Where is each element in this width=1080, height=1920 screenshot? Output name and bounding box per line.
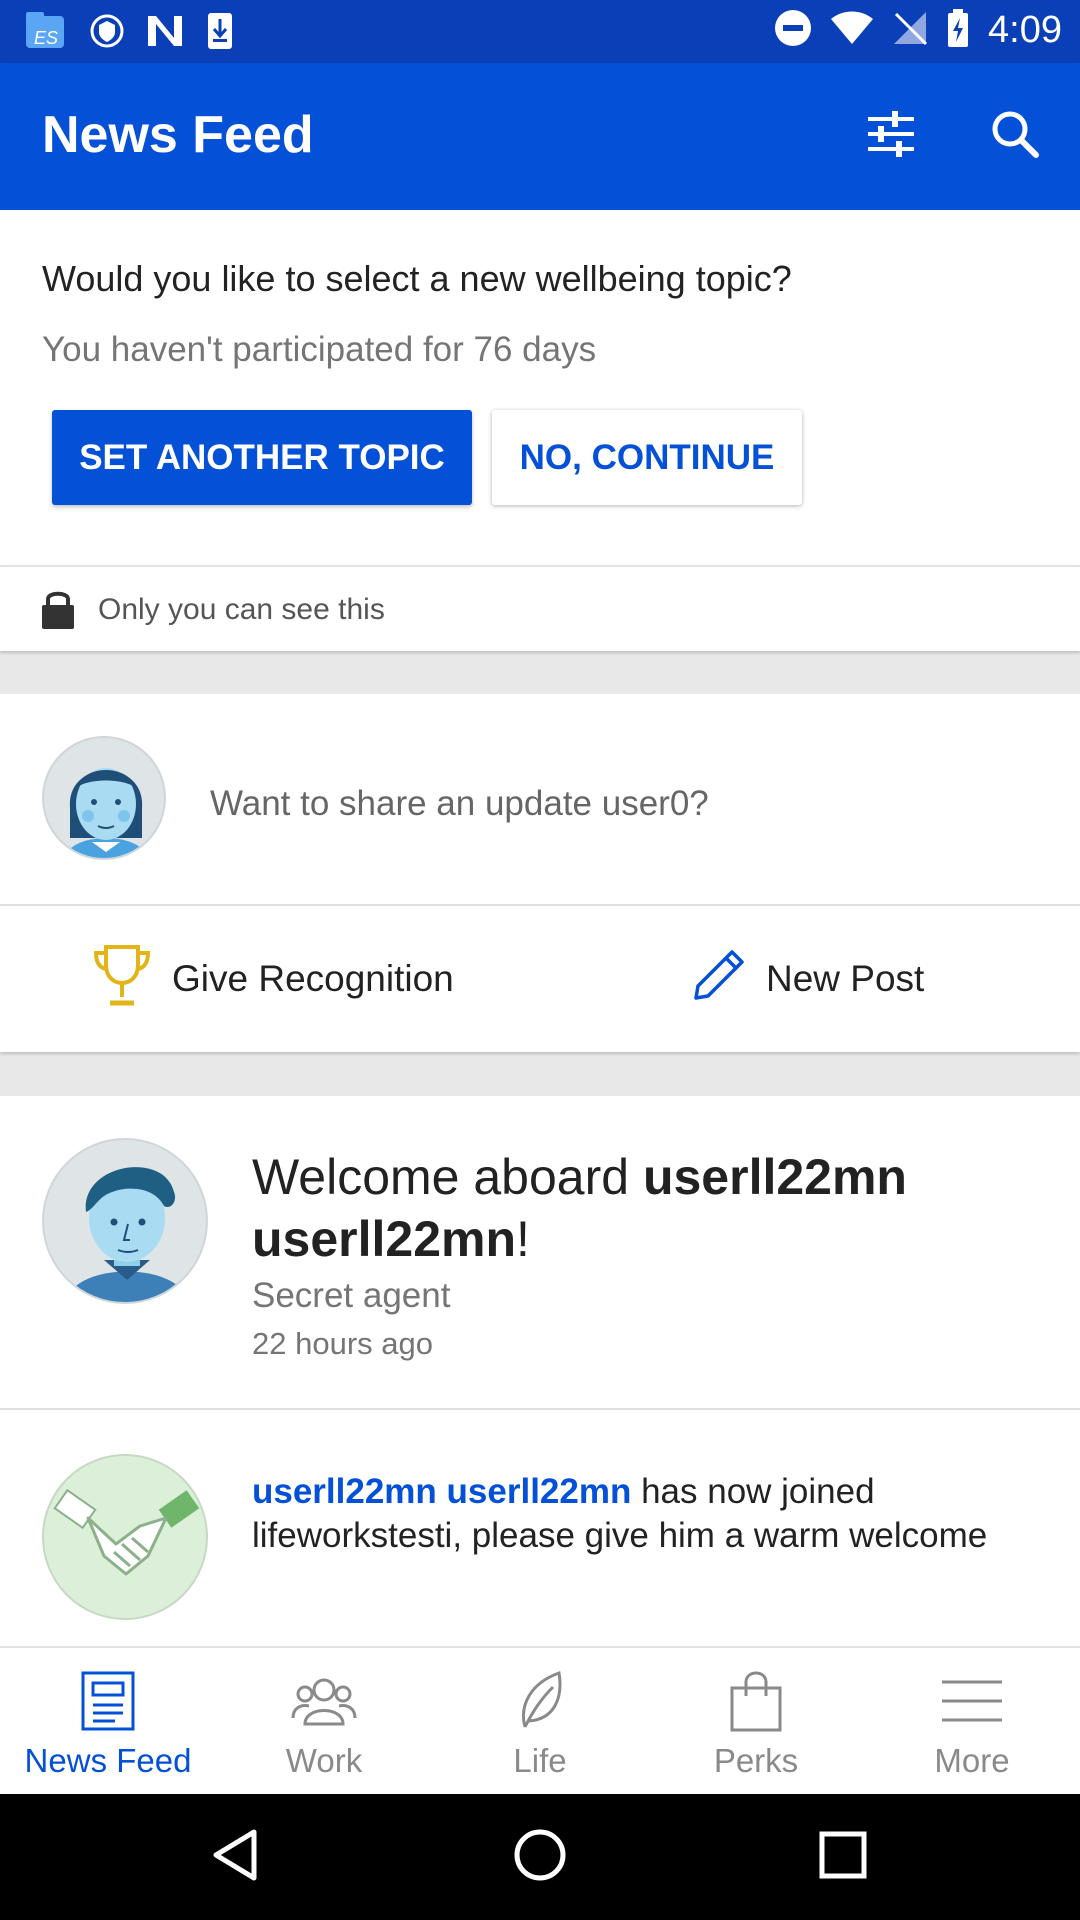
recents-icon — [819, 1831, 867, 1884]
set-another-topic-button[interactable]: SET ANOTHER TOPIC — [52, 410, 472, 505]
prompt-subtext: You haven't participated for 76 days — [42, 330, 597, 369]
recents-button[interactable] — [808, 1822, 878, 1892]
privacy-note: Only you can see this — [0, 565, 1080, 651]
join-post-card[interactable]: userll22mn userll22mn has now joined lif… — [0, 1410, 1080, 1646]
filter-button[interactable] — [856, 101, 926, 171]
bag-icon — [730, 1666, 782, 1736]
no-signal-icon — [892, 10, 928, 51]
share-update-input[interactable]: Want to share an update user0? — [210, 784, 709, 824]
app-bar: News Feed — [0, 63, 1080, 210]
svg-text:ES: ES — [34, 28, 58, 48]
back-button[interactable] — [200, 1822, 270, 1892]
new-post-button[interactable]: New Post — [692, 906, 924, 1052]
battery-charging-icon — [946, 8, 970, 53]
clock: 4:09 — [988, 9, 1062, 51]
shield-notification-icon — [90, 13, 124, 54]
search-icon — [990, 109, 1040, 164]
sliders-icon — [866, 109, 916, 164]
joined-user-link[interactable]: userll22mn userll22mn — [252, 1472, 631, 1511]
n-app-notification-icon — [146, 14, 184, 53]
new-post-label: New Post — [766, 958, 925, 999]
avatar — [42, 736, 166, 860]
file-manager-notification-icon: ES — [24, 10, 68, 57]
welcome-post-card[interactable]: Welcome aboard userll22mn userll22mn! Se… — [0, 1096, 1080, 1408]
system-navigation-bar — [0, 1794, 1080, 1920]
do-not-disturb-icon — [774, 9, 812, 52]
user-avatar — [42, 1138, 208, 1304]
prompt-question: Would you like to select a new wellbeing… — [42, 258, 792, 299]
no-continue-button[interactable]: NO, CONTINUE — [492, 410, 802, 505]
back-icon — [210, 1828, 260, 1887]
post-timestamp: 22 hours ago — [252, 1326, 433, 1361]
bottom-navigation: News Feed Work Life Perks More — [0, 1646, 1080, 1794]
share-card: Want to share an update user0? Give Reco… — [0, 694, 1080, 1052]
nav-news-feed[interactable]: News Feed — [0, 1648, 216, 1796]
user-role: Secret agent — [252, 1276, 451, 1315]
newsfeed-icon — [81, 1666, 135, 1736]
handshake-avatar — [42, 1454, 208, 1620]
give-recognition-button[interactable]: Give Recognition — [92, 906, 454, 1052]
leaf-icon — [515, 1666, 565, 1736]
nav-more[interactable]: More — [864, 1648, 1080, 1796]
join-message: userll22mn userll22mn has now joined lif… — [252, 1472, 988, 1555]
trophy-icon — [92, 943, 152, 1016]
menu-icon — [940, 1666, 1004, 1736]
topic-prompt-card: Would you like to select a new wellbeing… — [0, 210, 1080, 565]
nav-life[interactable]: Life — [432, 1648, 648, 1796]
nav-work[interactable]: Work — [216, 1648, 432, 1796]
wifi-icon — [830, 10, 874, 51]
search-button[interactable] — [980, 101, 1050, 171]
lock-icon — [40, 587, 76, 636]
privacy-text: Only you can see this — [98, 593, 385, 626]
page-title: News Feed — [42, 106, 314, 164]
nav-perks[interactable]: Perks — [648, 1648, 864, 1796]
status-bar: ES 4:09 — [0, 0, 1080, 63]
give-recognition-label: Give Recognition — [172, 958, 454, 999]
home-button[interactable] — [505, 1822, 575, 1892]
home-icon — [513, 1828, 567, 1887]
welcome-title: Welcome aboard userll22mn userll22mn! — [252, 1149, 907, 1267]
pencil-icon — [692, 948, 746, 1011]
people-icon — [291, 1666, 357, 1736]
download-notification-icon — [206, 11, 234, 56]
